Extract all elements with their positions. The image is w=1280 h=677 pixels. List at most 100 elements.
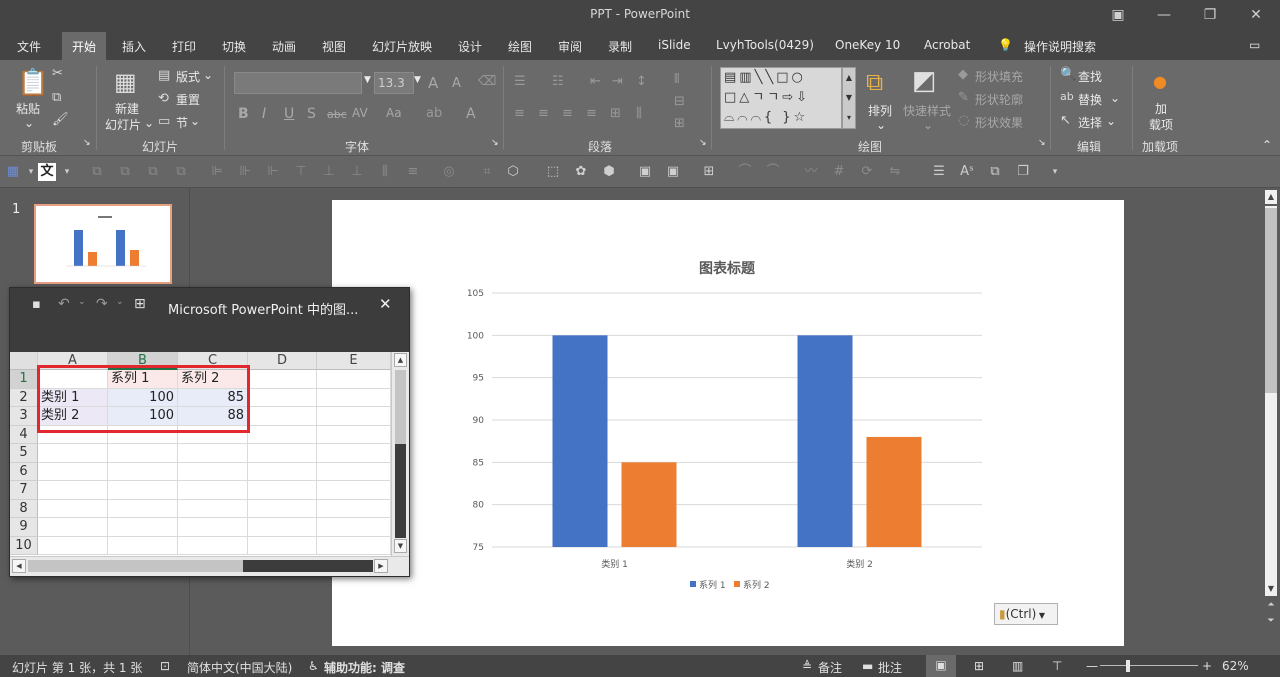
layout-chevron-icon[interactable]: ⌄ bbox=[203, 68, 213, 82]
spreadsheet-cell[interactable] bbox=[178, 536, 248, 555]
spreadsheet-cell[interactable] bbox=[38, 481, 108, 500]
shape-outline-button[interactable]: 形状轮廓 bbox=[975, 91, 1023, 108]
row-header[interactable]: 10 bbox=[10, 536, 38, 555]
spreadsheet-cell[interactable] bbox=[108, 462, 178, 481]
bullets-icon[interactable]: ☰ bbox=[514, 74, 526, 89]
replace-button[interactable]: 替换 bbox=[1078, 91, 1102, 108]
tab-view[interactable]: 视图 bbox=[322, 38, 346, 55]
tab-transitions[interactable]: 切换 bbox=[222, 38, 246, 55]
scroll-up-icon[interactable]: ▲ bbox=[394, 353, 407, 367]
rotate-icon[interactable]: ⟳ bbox=[858, 163, 876, 181]
bold-button[interactable]: B bbox=[238, 106, 249, 122]
maximize-icon[interactable]: ❐ bbox=[1199, 4, 1221, 26]
paste-icon[interactable]: 📋 bbox=[17, 68, 49, 98]
scribble-icon[interactable]: 〰 bbox=[802, 163, 820, 181]
slide-sorter-icon[interactable]: ⊞ bbox=[974, 659, 984, 673]
comments-button[interactable]: 批注 bbox=[878, 659, 902, 676]
grid-icon[interactable]: # bbox=[830, 163, 848, 181]
shrink-font-button[interactable]: A bbox=[452, 76, 461, 91]
select-chevron-icon[interactable]: ⌄ bbox=[1106, 114, 1116, 128]
scroll-up-icon[interactable]: ▲ bbox=[1265, 190, 1277, 204]
italic-button[interactable]: I bbox=[262, 106, 266, 122]
align-top-icon[interactable]: ⊤ bbox=[292, 163, 310, 181]
tab-onekey[interactable]: OneKey 10 bbox=[835, 38, 900, 52]
new-slide-icon[interactable]: ▦ bbox=[114, 68, 137, 96]
spreadsheet-cell[interactable] bbox=[248, 536, 317, 555]
change-case-button[interactable]: Aa bbox=[386, 106, 402, 120]
spreadsheet-cell[interactable] bbox=[317, 444, 391, 463]
spreadsheet-cell[interactable] bbox=[317, 370, 391, 389]
paste-button[interactable]: 粘贴 bbox=[16, 100, 40, 117]
column-header[interactable]: E bbox=[317, 352, 391, 370]
align-middle-icon[interactable]: ⊥ bbox=[320, 163, 338, 181]
minimize-icon[interactable]: — bbox=[1153, 4, 1175, 26]
redo-chevron-icon[interactable]: ⌄ bbox=[116, 297, 124, 307]
grow-font-button[interactable]: A bbox=[428, 74, 438, 92]
addins-button[interactable]: 加 bbox=[1155, 100, 1167, 117]
reading-view-icon[interactable]: ▥ bbox=[1012, 659, 1023, 673]
send-backward-icon[interactable]: ⧉ bbox=[172, 163, 190, 181]
tell-me-search[interactable]: 操作说明搜索 bbox=[1024, 38, 1096, 55]
tab-file[interactable]: 文件 bbox=[17, 38, 41, 55]
shape-union-icon[interactable]: ◎ bbox=[440, 163, 458, 181]
chart-title[interactable]: 图表标题 bbox=[699, 260, 756, 277]
scroll-thumb[interactable] bbox=[28, 560, 243, 572]
increase-indent-icon[interactable]: ⇥ bbox=[612, 74, 623, 89]
row-header[interactable]: 4 bbox=[10, 425, 38, 444]
tab-draw[interactable]: 绘图 bbox=[508, 38, 532, 55]
zoom-in-icon[interactable]: + bbox=[1202, 659, 1212, 673]
edit-in-excel-icon[interactable]: ⊞ bbox=[134, 296, 146, 312]
zoom-level[interactable]: 62% bbox=[1222, 659, 1249, 673]
column-header[interactable]: D bbox=[248, 352, 317, 370]
spreadsheet-cell[interactable] bbox=[317, 499, 391, 518]
undo-icon[interactable]: ↶ bbox=[58, 296, 70, 312]
align-left-objects-icon[interactable]: ⊫ bbox=[208, 163, 226, 181]
new-slide-label-2[interactable]: 幻灯片 bbox=[105, 116, 141, 133]
vertical-scrollbar[interactable]: ▲ ▼ ⏶ ⏷ bbox=[1262, 188, 1280, 655]
justify-icon[interactable]: ≡ bbox=[586, 106, 597, 121]
spreadsheet-cell[interactable] bbox=[178, 462, 248, 481]
char-spacing-button[interactable]: AV bbox=[352, 106, 368, 120]
comments-icon[interactable]: ▭ bbox=[1249, 38, 1260, 52]
bring-forward-icon[interactable]: ⧉ bbox=[144, 163, 162, 181]
quick-styles-button[interactable]: 快速样式 bbox=[903, 102, 951, 119]
smartart-icon[interactable]: ⊞ bbox=[674, 116, 685, 131]
align-right-icon[interactable]: ≡ bbox=[562, 106, 573, 121]
format-painter-icon[interactable]: 🖌 bbox=[52, 112, 69, 127]
spreadsheet-cell[interactable] bbox=[38, 444, 108, 463]
zoom-out-icon[interactable]: — bbox=[1086, 659, 1098, 673]
ribbon-display-icon[interactable]: ▣ bbox=[1107, 4, 1129, 26]
spreadsheet-cell[interactable] bbox=[108, 481, 178, 500]
distribute-h-icon[interactable]: ⫼ bbox=[376, 163, 394, 181]
copy-icon[interactable]: ⧉ bbox=[52, 90, 61, 105]
tab-home[interactable]: 开始 bbox=[62, 32, 107, 60]
columns-icon[interactable]: ⫼ bbox=[636, 106, 642, 121]
theme-colors-icon[interactable]: ▦ bbox=[4, 163, 22, 181]
spreadsheet-cell[interactable] bbox=[248, 407, 317, 426]
spreadsheet-cell[interactable] bbox=[178, 518, 248, 537]
align-center-icon[interactable]: ≡ bbox=[538, 106, 549, 121]
row-header[interactable]: 3 bbox=[10, 407, 38, 426]
reset-button[interactable]: 重置 bbox=[176, 91, 200, 108]
zoom-slider[interactable] bbox=[1100, 665, 1198, 666]
shadow-button[interactable]: S bbox=[307, 106, 316, 122]
text-wrap-icon[interactable]: ☰ bbox=[930, 163, 948, 181]
spreadsheet-cell[interactable] bbox=[38, 518, 108, 537]
tab-design[interactable]: 设计 bbox=[458, 38, 482, 55]
collapse-ribbon-icon[interactable]: ⌃ bbox=[1262, 138, 1272, 152]
spreadsheet-cell[interactable] bbox=[317, 425, 391, 444]
crop-icon[interactable]: ⌗ bbox=[478, 163, 496, 181]
row-header[interactable]: 6 bbox=[10, 462, 38, 481]
new-slide-button[interactable]: 新建 bbox=[115, 100, 139, 117]
redo-icon[interactable]: ↷ bbox=[96, 296, 108, 312]
selection-pane-icon[interactable]: ⬚ bbox=[544, 163, 562, 181]
undo-chevron-icon[interactable]: ⌄ bbox=[78, 297, 86, 307]
tab-lvyhtools[interactable]: LvyhTools(0429) bbox=[716, 38, 814, 52]
tab-print[interactable]: 打印 bbox=[172, 38, 196, 55]
sheet-horizontal-scrollbar[interactable]: ◀ ▶ bbox=[10, 556, 409, 576]
text-box-icon[interactable]: 文 bbox=[38, 163, 56, 181]
arrange-icon[interactable]: ⧉ bbox=[866, 68, 883, 96]
font-launcher-icon[interactable]: ↘ bbox=[491, 138, 499, 148]
row-header[interactable]: 9 bbox=[10, 518, 38, 537]
prev-slide-icon[interactable]: ⏶ bbox=[1265, 600, 1277, 614]
